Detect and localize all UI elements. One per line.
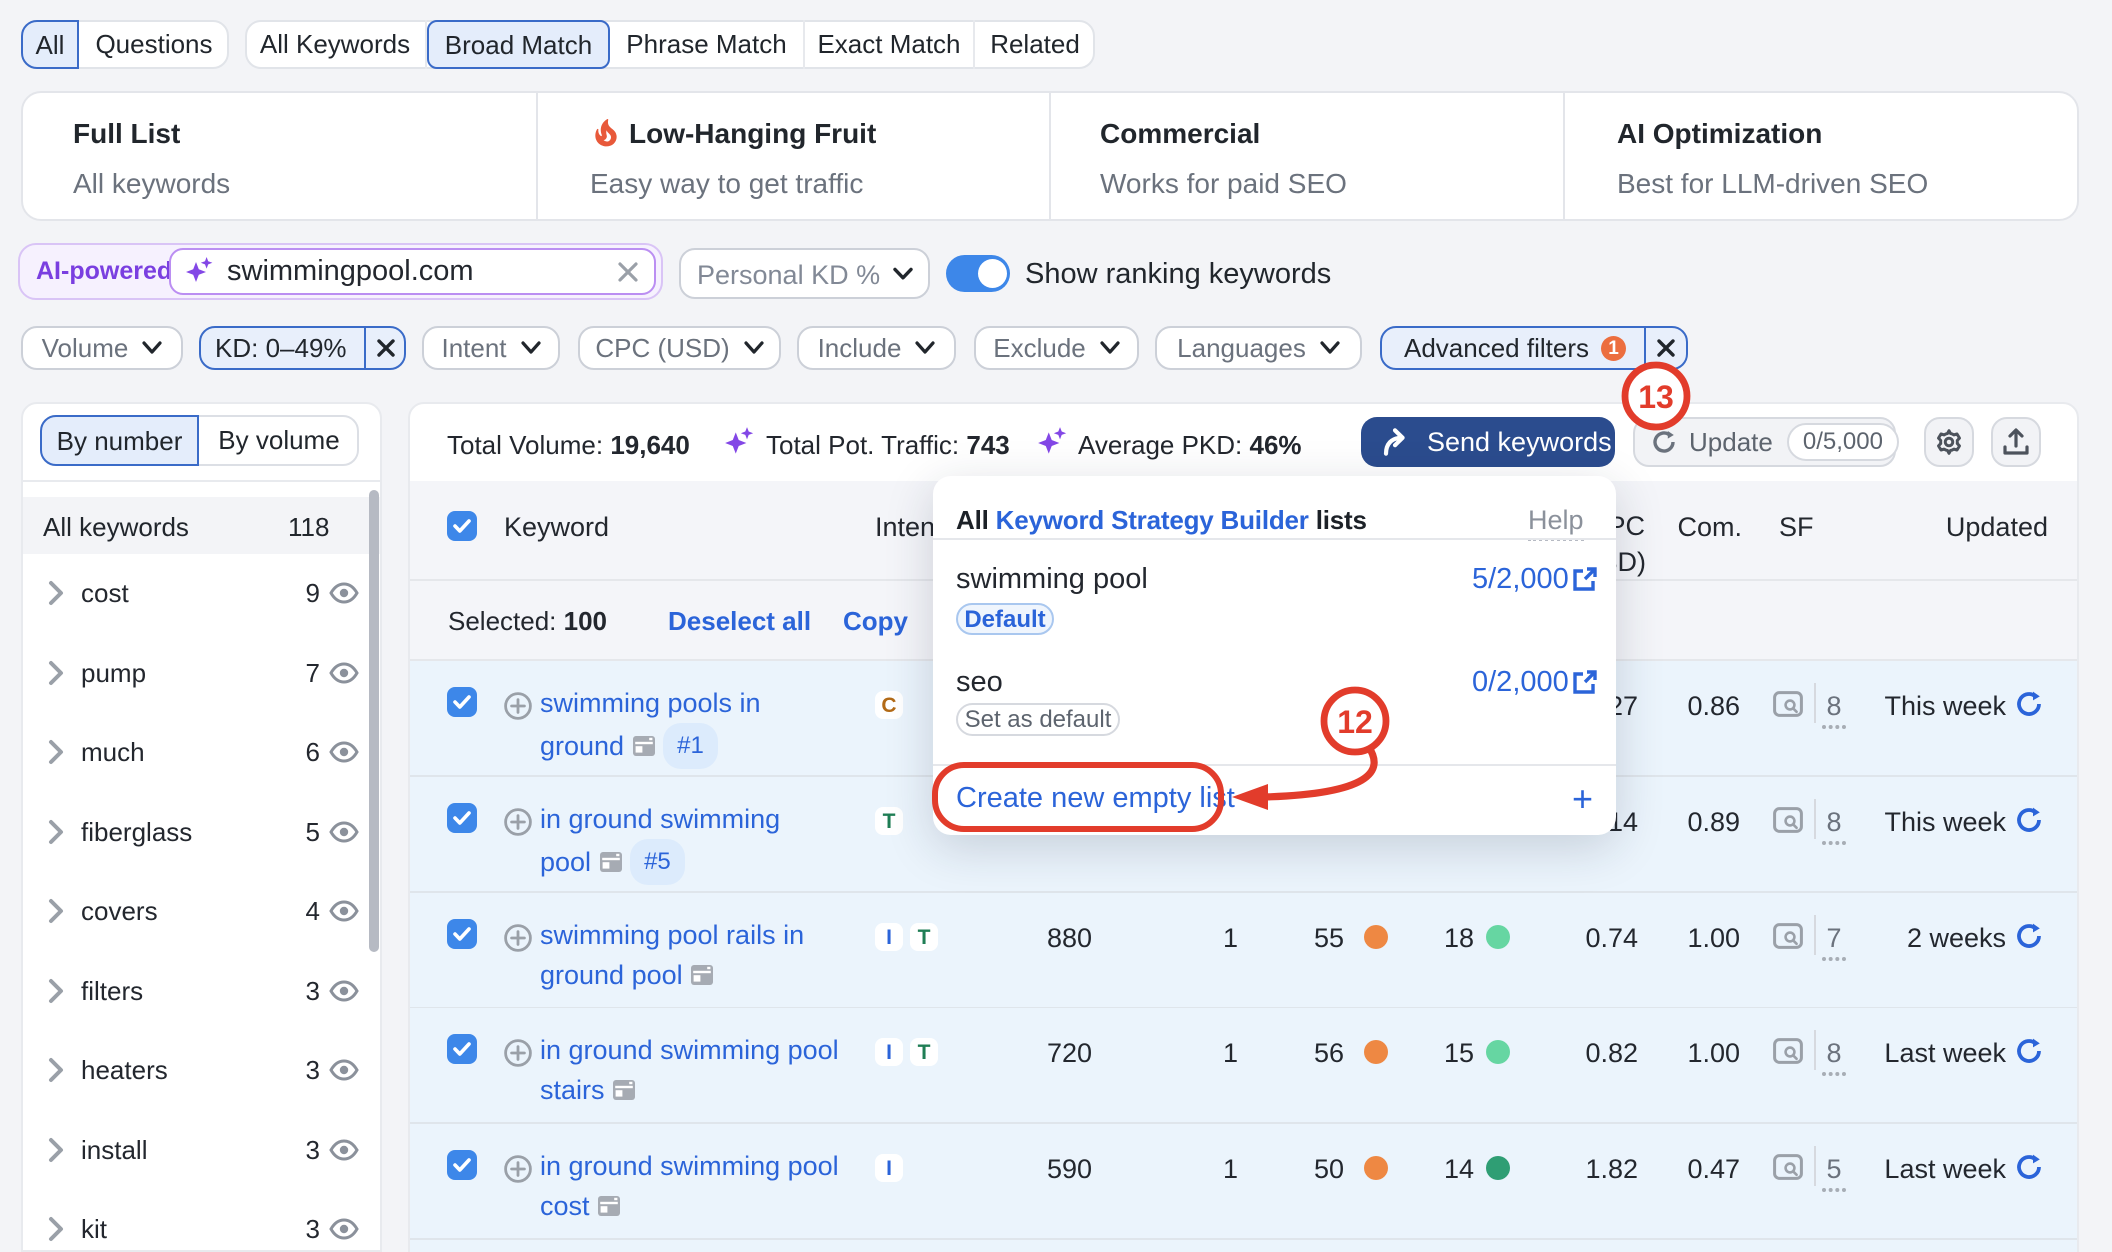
svg-text:13: 13 [1638,379,1674,415]
svg-text:12: 12 [1337,704,1373,740]
